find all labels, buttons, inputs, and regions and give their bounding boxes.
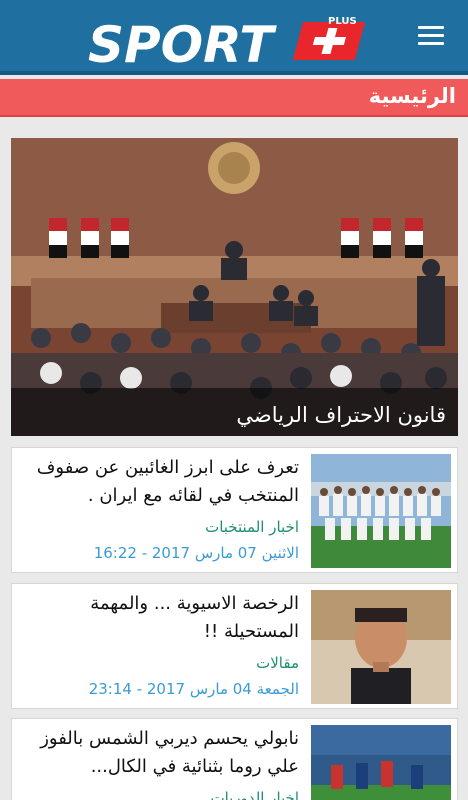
article-date: الجمعة 04 مارس 2017 - 23:14 [88,680,299,698]
match-photo-image [311,725,451,800]
article-card[interactable]: نابولي يحسم ديربي الشمس بالفوز علي روما … [11,718,458,800]
article-headline[interactable]: نابولي يحسم ديربي الشمس بالفوز علي روما … [27,725,299,781]
article-headline[interactable]: تعرف على ابرز الغائبين عن صفوف المنتخب ف… [27,454,299,510]
article-thumbnail[interactable] [311,725,451,800]
article-date: الاثنين 07 مارس 2017 - 16:22 [93,544,299,562]
hamburger-menu-icon[interactable] [418,26,444,48]
article-card[interactable]: الرخصة الاسيوية ... والمهمة المستحيلة !!… [11,583,458,709]
article-thumbnail[interactable] [311,590,451,704]
article-category[interactable]: مقالات [27,654,299,672]
article-category[interactable]: اخبار الدوريات [27,789,299,800]
hero-caption[interactable]: قانون الاحتراف الرياضي [236,403,446,427]
app-header: SPORT PLUS [0,0,468,75]
article-text: نابولي يحسم ديربي الشمس بالفوز علي روما … [27,725,299,800]
article-category[interactable]: اخبار المنتخبات [27,518,299,536]
section-title: الرئيسية [368,84,456,108]
hero-article[interactable]: قانون الاحتراف الرياضي [11,138,458,436]
article-text: الرخصة الاسيوية ... والمهمة المستحيلة !!… [27,590,299,698]
portrait-image [311,590,451,704]
logo-text: SPORT [88,16,277,70]
section-bar: الرئيسية [0,79,468,117]
sport-plus-logo[interactable]: SPORT PLUS [88,10,388,70]
team-photo-image [311,454,451,568]
logo-plus-text: PLUS [328,16,357,27]
article-headline[interactable]: الرخصة الاسيوية ... والمهمة المستحيلة !! [27,590,299,646]
article-text: تعرف على ابرز الغائبين عن صفوف المنتخب ف… [27,454,299,562]
article-thumbnail[interactable] [311,454,451,568]
article-card[interactable]: تعرف على ابرز الغائبين عن صفوف المنتخب ف… [11,447,458,573]
